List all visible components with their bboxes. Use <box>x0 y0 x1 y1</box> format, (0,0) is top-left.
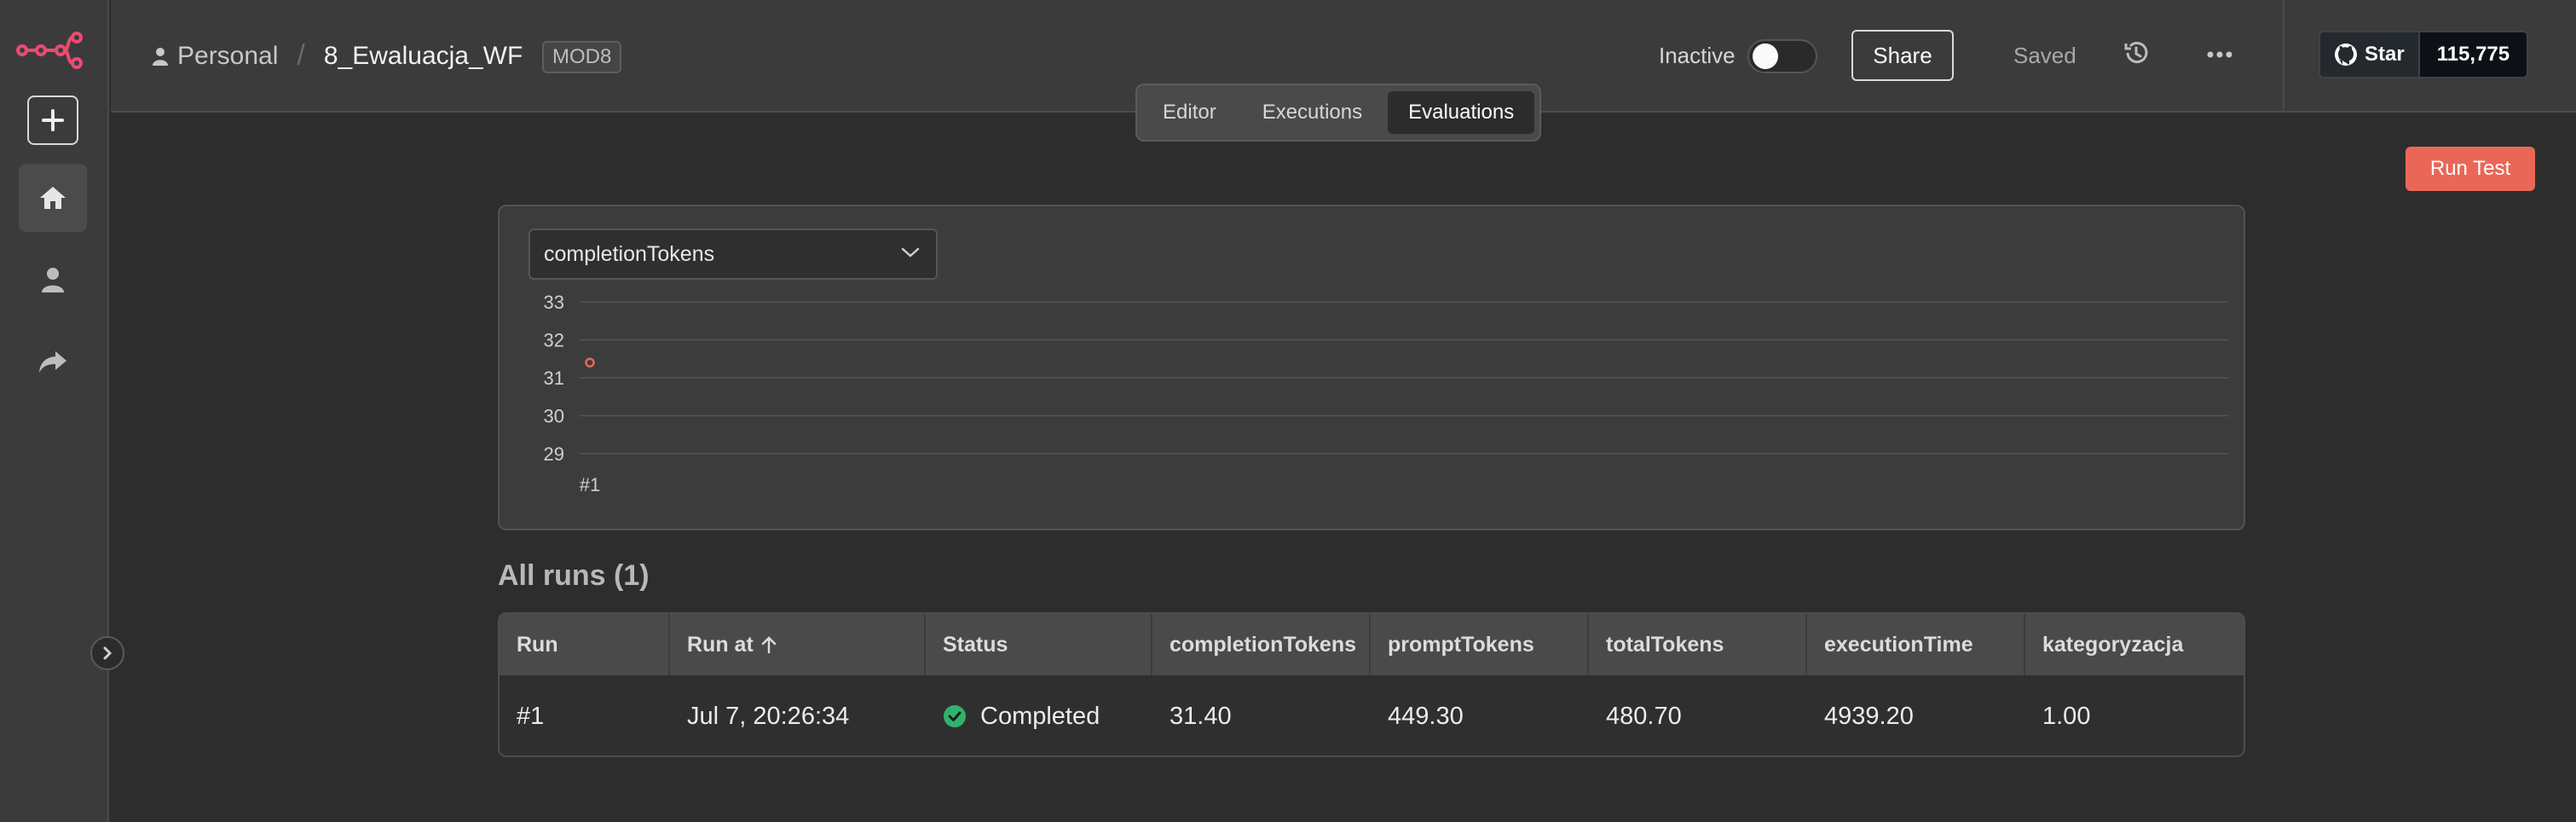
cell-kategoryzacja: 1.00 <box>2042 702 2091 730</box>
metric-chart-card: completionTokens 29 30 31 32 33 #1 <box>498 205 2245 530</box>
user-icon <box>42 268 64 292</box>
home-icon <box>40 187 66 209</box>
sidebar-collapse-button[interactable] <box>90 636 124 670</box>
cell-execution-time: 4939.20 <box>1824 702 1914 730</box>
cell-run: #1 <box>517 702 545 730</box>
chevron-right-icon <box>103 646 113 660</box>
tab-evaluations[interactable]: Evaluations <box>1388 91 1535 134</box>
sidebar <box>0 0 109 822</box>
check-circle-icon <box>944 705 966 727</box>
add-button[interactable] <box>27 96 78 145</box>
workflow-name[interactable]: 8_Ewaluacja_WF <box>324 42 523 71</box>
cell-run-at: Jul 7, 20:26:34 <box>687 702 850 730</box>
more-options-icon[interactable] <box>2206 44 2233 69</box>
metric-select-value: completionTokens <box>544 241 715 266</box>
column-header-label: Run at <box>687 632 754 657</box>
view-tabs: Editor Executions Evaluations <box>1135 84 1542 142</box>
y-tick-label: 29 <box>544 443 564 465</box>
column-header-execution-time[interactable]: executionTime <box>1807 614 2025 675</box>
cell-status: Completed <box>926 675 1152 755</box>
runs-table: Run Run at Status completionTokens promp… <box>498 612 2245 757</box>
sidebar-item-overview[interactable] <box>19 164 87 232</box>
share-forward-icon <box>39 351 66 373</box>
cell-prompt-tokens: 449.30 <box>1388 702 1464 730</box>
table-row[interactable]: #1 Jul 7, 20:26:34 Completed 31.40 449.3… <box>500 675 2244 755</box>
header-divider <box>2283 0 2284 111</box>
breadcrumb: Personal / 8_Ewaluacja_WF <box>152 39 523 72</box>
column-header-run-at[interactable]: Run at <box>670 614 926 675</box>
metric-select[interactable]: completionTokens <box>528 229 938 280</box>
toggle-knob <box>1753 43 1778 69</box>
sort-ascending-icon <box>761 636 777 654</box>
column-header-completion-tokens[interactable]: completionTokens <box>1152 614 1371 675</box>
github-star-count[interactable]: 115,775 <box>2419 31 2529 78</box>
sidebar-item-personal[interactable] <box>19 246 87 314</box>
chevron-down-icon <box>901 247 920 258</box>
tab-editor[interactable]: Editor <box>1142 91 1237 134</box>
run-test-button[interactable]: Run Test <box>2406 147 2535 191</box>
data-point[interactable] <box>585 357 595 368</box>
tab-executions[interactable]: Executions <box>1242 91 1383 134</box>
metric-chart: 29 30 31 32 33 #1 <box>544 292 2228 495</box>
column-header-prompt-tokens[interactable]: promptTokens <box>1371 614 1589 675</box>
column-header-label: Run <box>517 632 558 657</box>
column-header-status[interactable]: Status <box>926 614 1152 675</box>
y-tick-label: 30 <box>544 406 564 427</box>
all-runs-title: All runs (1) <box>498 559 650 592</box>
column-header-label: promptTokens <box>1388 632 1534 657</box>
n8n-logo[interactable] <box>15 31 85 70</box>
share-button[interactable]: Share <box>1851 30 1954 81</box>
cell-total-tokens: 480.70 <box>1606 702 1682 730</box>
column-header-run[interactable]: Run <box>500 614 670 675</box>
table-header: Run Run at Status completionTokens promp… <box>500 614 2244 675</box>
column-header-label: executionTime <box>1824 632 1973 657</box>
cell-completion-tokens: 31.40 <box>1170 702 1232 730</box>
sidebar-item-shared[interactable] <box>19 327 87 396</box>
y-tick-label: 31 <box>544 368 564 389</box>
column-header-label: kategoryzacja <box>2042 632 2184 657</box>
column-header-label: completionTokens <box>1170 632 1357 657</box>
plus-icon <box>42 109 64 131</box>
save-status: Saved <box>2013 43 2076 68</box>
workflow-tag[interactable]: MOD8 <box>542 41 622 73</box>
github-star-widget[interactable]: Star 115,775 <box>2319 31 2529 78</box>
active-status-label: Inactive <box>1659 43 1736 68</box>
github-icon <box>2335 43 2357 66</box>
y-tick-label: 33 <box>544 292 564 313</box>
column-header-label: Status <box>943 632 1008 657</box>
column-header-label: totalTokens <box>1606 632 1724 657</box>
active-toggle[interactable] <box>1747 39 1817 73</box>
person-icon <box>153 47 168 66</box>
column-header-kategoryzacja[interactable]: kategoryzacja <box>2025 614 2244 675</box>
github-star-label: Star <box>2365 43 2405 66</box>
github-star-button[interactable]: Star <box>2319 31 2420 78</box>
y-tick-label: 32 <box>544 330 564 351</box>
history-icon[interactable] <box>2123 39 2150 71</box>
breadcrumb-separator: / <box>297 39 305 72</box>
column-header-total-tokens[interactable]: totalTokens <box>1589 614 1807 675</box>
x-tick-label: #1 <box>580 474 600 495</box>
status-text: Completed <box>980 702 1100 730</box>
breadcrumb-owner[interactable]: Personal <box>177 42 278 71</box>
